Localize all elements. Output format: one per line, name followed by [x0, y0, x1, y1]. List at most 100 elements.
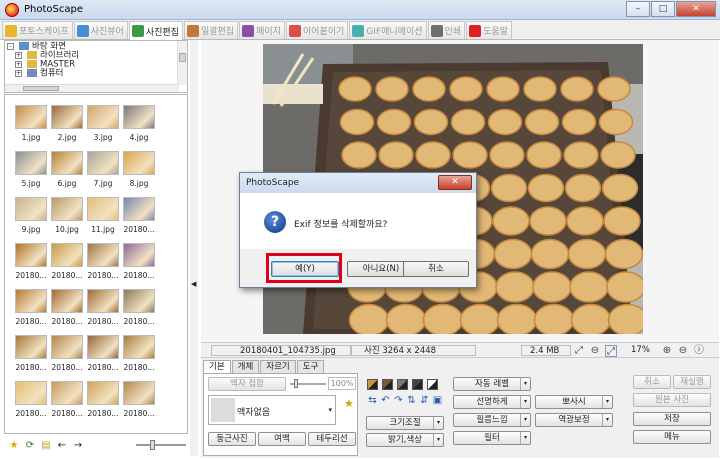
tab-icon: [352, 24, 365, 37]
undo-button[interactable]: 취소: [633, 375, 671, 389]
rotate-flip-icon[interactable]: ⇵: [419, 395, 430, 406]
tree-item[interactable]: + 컴퓨터: [5, 69, 187, 78]
maximize-button[interactable]: □: [651, 1, 675, 17]
chevron-down-icon: ▾: [520, 414, 530, 426]
minimize-button[interactable]: –: [626, 1, 650, 17]
tab-2[interactable]: 사진편집: [128, 21, 183, 40]
tab-1[interactable]: 사진뷰어: [73, 21, 128, 39]
frame-select[interactable]: 액자없음 ▾: [208, 395, 336, 425]
favorite-frame-star-icon[interactable]: ★: [344, 397, 354, 410]
thumbnail-item[interactable]: 20180...: [119, 285, 159, 329]
expand-toggle-icon[interactable]: +: [15, 52, 22, 59]
edit-tab-2[interactable]: 자르기: [260, 360, 296, 373]
favorite-star-icon[interactable]: ★: [8, 440, 20, 452]
zoom-out-icon[interactable]: ⊖: [677, 345, 689, 357]
chevron-down-icon: ▾: [328, 406, 332, 414]
panel-splitter[interactable]: ◀: [190, 40, 198, 456]
folder-icon: [27, 69, 37, 77]
refresh-icon[interactable]: ⟳: [24, 440, 36, 452]
tab-label: 일괄편집: [200, 27, 235, 37]
fit-screen-icon[interactable]: ⤢: [573, 345, 585, 357]
round-photo-button[interactable]: 둥근사진: [208, 432, 256, 446]
brightness-color-button[interactable]: 밝기,색상 ▾: [366, 433, 444, 447]
frame-opacity-slider[interactable]: [290, 379, 326, 388]
slider-handle[interactable]: [294, 379, 298, 388]
thumbnail-image: [51, 243, 83, 267]
tree-item[interactable]: + 라이브러리: [5, 51, 187, 60]
backlight-button[interactable]: 역광보정 ▾: [535, 413, 613, 427]
scroll-thumb[interactable]: [179, 53, 186, 62]
filter-button[interactable]: 필터 ▾: [453, 431, 531, 445]
sharpen-button[interactable]: 선명하게 ▾: [453, 395, 531, 409]
save-button[interactable]: 저장: [633, 412, 711, 426]
thumbnail-size-slider[interactable]: [136, 440, 186, 450]
expand-toggle-icon[interactable]: -: [7, 43, 14, 50]
dialog-close-button[interactable]: ✕: [438, 175, 472, 190]
tab-5[interactable]: 이어붙이기: [285, 21, 349, 39]
rotate-flip-icon[interactable]: ↶: [380, 395, 391, 406]
folder-tree-vertical-scrollbar[interactable]: [177, 41, 187, 85]
back-arrow-icon[interactable]: ←: [56, 440, 68, 452]
tree-item-label: 컴퓨터: [40, 68, 64, 79]
original-photo-button[interactable]: 원본 사진: [633, 393, 711, 407]
expand-toggle-icon[interactable]: +: [15, 61, 22, 68]
tree-item[interactable]: - 바탕 화면: [5, 42, 187, 51]
tab-label: 인쇄: [444, 27, 462, 37]
film-effect-button[interactable]: 필름느낌 ▾: [453, 413, 531, 427]
expand-toggle-icon[interactable]: +: [15, 70, 22, 77]
scroll-thumb[interactable]: [23, 86, 59, 91]
auto-level-button[interactable]: 자동 레벨 ▾: [453, 377, 531, 391]
thumbnail-item[interactable]: 4.jpg: [119, 101, 159, 145]
thumbnail-image: [15, 105, 47, 129]
yes-button-highlight: [266, 253, 342, 283]
frame-color-swatch[interactable]: [382, 379, 393, 390]
edit-tab-1[interactable]: 개체: [231, 360, 260, 373]
tab-8[interactable]: 도움말: [466, 21, 512, 39]
zoom-in-icon[interactable]: ⊕: [661, 345, 673, 357]
close-window-button[interactable]: ✕: [676, 1, 716, 17]
rotate-flip-icon[interactable]: ↷: [393, 395, 404, 406]
tab-label: 사진뷰어: [90, 27, 124, 37]
margin-button[interactable]: 여백: [258, 432, 306, 446]
frame-color-swatch[interactable]: [412, 379, 423, 390]
thumbnail-item[interactable]: 20180...: [119, 377, 159, 421]
rotate-flip-icon[interactable]: ⇅: [406, 395, 417, 406]
bloom-button[interactable]: 뽀사시 ▾: [535, 395, 613, 409]
tab-6[interactable]: GIF애니메이션: [349, 21, 427, 39]
frame-color-swatch[interactable]: [397, 379, 408, 390]
cancel-button[interactable]: 취소: [403, 261, 469, 277]
rotate-flip-icon[interactable]: ▣: [432, 395, 443, 406]
edit-tab-0[interactable]: 기본: [203, 360, 231, 373]
fit-window-icon[interactable]: ⤢: [605, 345, 617, 357]
thumbnail-item[interactable]: 20180...: [119, 193, 159, 237]
slider-handle[interactable]: [150, 440, 155, 450]
menu-button[interactable]: 메뉴: [633, 430, 711, 444]
thumbnail-label: 20180...: [123, 225, 155, 234]
thumbnail-item[interactable]: 8.jpg: [119, 147, 159, 191]
rotate-flip-icon[interactable]: ⇆: [367, 395, 378, 406]
collapse-arrow-icon[interactable]: ◀: [191, 280, 196, 288]
thumbnail-item[interactable]: 20180...: [119, 239, 159, 283]
info-icon[interactable]: ⓘ: [693, 345, 705, 357]
tab-icon: [430, 24, 443, 37]
tab-label: 도움말: [483, 27, 508, 37]
tab-3[interactable]: 일괄편집: [183, 21, 239, 39]
tab-7[interactable]: 인쇄: [427, 21, 466, 39]
thumbnail-label: 20180...: [123, 363, 155, 372]
folder-icon[interactable]: ▤: [40, 440, 52, 452]
thumbnail-panel: 1.jpg 2.jpg 3.jpg 4.jpg 5.jpg 6.jpg 7.jpg 8.jpg…: [4, 94, 188, 434]
thumbnail-item[interactable]: 20180...: [119, 331, 159, 375]
edit-tab-3[interactable]: 도구: [296, 360, 325, 373]
tab-4[interactable]: 페이지: [239, 21, 285, 39]
forward-arrow-icon[interactable]: →: [72, 440, 84, 452]
tree-item[interactable]: + MASTER: [5, 60, 187, 69]
frame-color-swatch[interactable]: [367, 379, 378, 390]
border-line-button[interactable]: 테두리선: [308, 432, 356, 446]
frame-merge-button[interactable]: 액자 접합: [208, 377, 286, 391]
resize-button[interactable]: 크기조절 ▾: [366, 416, 444, 430]
redo-button[interactable]: 재실행: [673, 375, 711, 389]
actual-size-icon[interactable]: ⊖: [589, 345, 601, 357]
tab-0[interactable]: 포토스케이프: [2, 21, 73, 39]
frame-color-swatch[interactable]: [427, 379, 438, 390]
folder-tree-horizontal-scrollbar[interactable]: [5, 84, 179, 92]
